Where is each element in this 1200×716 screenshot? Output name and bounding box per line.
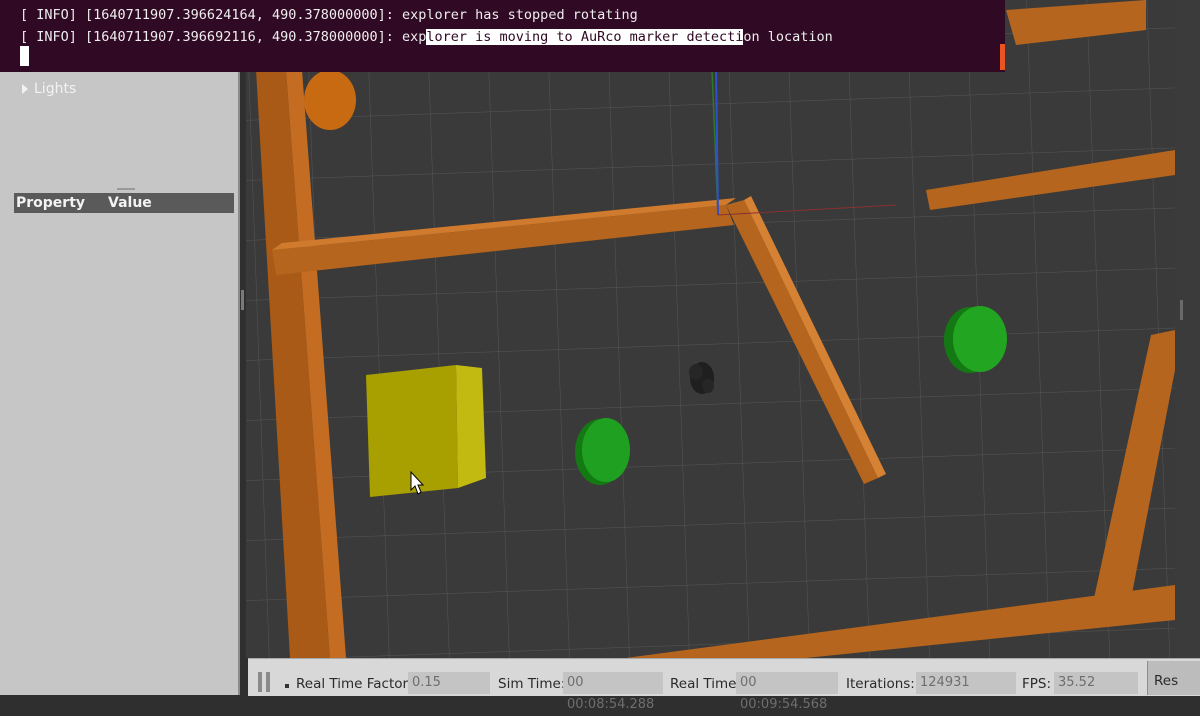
terminal-scrollbar[interactable]	[1000, 44, 1005, 70]
real-time-factor-label: Real Time Factor:	[296, 676, 413, 692]
orange-sphere	[304, 70, 356, 130]
log-message: explorer has stopped rotating	[402, 7, 638, 23]
log-prefix: [ INFO] [1640711907.396692116, 490.37800…	[20, 29, 427, 45]
world-tree: Lights	[22, 80, 76, 98]
iterations-value: 124931	[916, 672, 1016, 694]
sim-time-value: 00 00:08:54.288	[563, 672, 663, 712]
tree-item-label: Lights	[34, 81, 77, 97]
real-time-value: 00 00:09:54.568	[736, 672, 838, 712]
left-splitter-handle[interactable]	[241, 290, 244, 310]
iterations-label: Iterations:	[846, 676, 915, 692]
sim-time-label: Sim Time:	[498, 676, 566, 692]
scene-viewport[interactable]	[246, 0, 1175, 658]
selected-text: lorer is moving to AuRco marker detecti	[426, 29, 744, 45]
terminal-line-1: [ INFO] [1640711907.396624164, 490.37800…	[20, 7, 638, 23]
property-table-header: Property Value	[14, 193, 234, 213]
step-button[interactable]	[285, 684, 289, 688]
terminal-cursor	[20, 46, 29, 66]
panel-splitter-grip[interactable]	[117, 188, 135, 190]
world-panel: Lights Property Value	[0, 0, 240, 695]
fps-label: FPS:	[1022, 676, 1052, 692]
reset-button[interactable]: Res	[1147, 661, 1200, 695]
terminal-window[interactable]: [ INFO] [1640711907.396624164, 490.37800…	[0, 0, 1005, 72]
pause-icon[interactable]	[258, 672, 272, 692]
real-time-label: Real Time:	[670, 676, 741, 692]
terminal-line-2: [ INFO] [1640711907.396692116, 490.37800…	[20, 29, 833, 45]
fps-value: 35.52	[1054, 672, 1138, 694]
tree-item-lights[interactable]: Lights	[22, 80, 76, 98]
log-prefix: [ INFO] [1640711907.396624164, 490.37800…	[20, 7, 403, 23]
chevron-right-icon[interactable]	[22, 84, 28, 94]
property-column-header[interactable]: Property	[16, 193, 85, 213]
log-message-tail: on location	[743, 29, 833, 45]
real-time-factor-value: 0.15	[408, 672, 490, 694]
scene-render	[246, 0, 1175, 658]
simulation-toolbar: Real Time Factor: 0.15 Sim Time: 00 00:0…	[248, 658, 1200, 712]
right-panel-edge	[1175, 0, 1200, 695]
value-column-header[interactable]: Value	[108, 193, 152, 213]
right-splitter-handle[interactable]	[1180, 300, 1183, 320]
